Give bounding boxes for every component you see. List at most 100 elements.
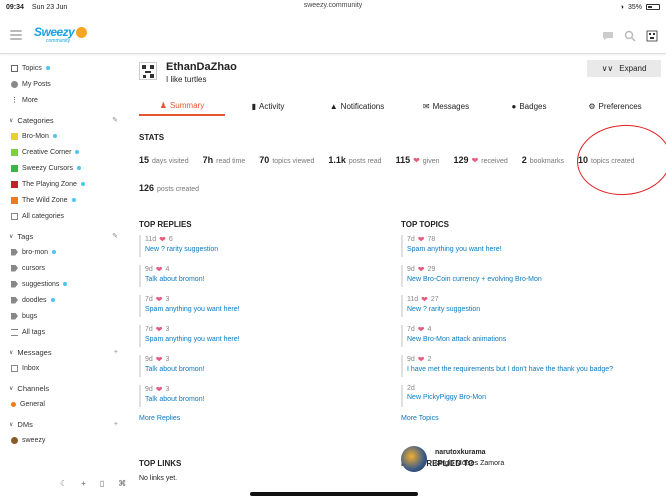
sidebar-item-channel-general[interactable]: General [0, 396, 124, 412]
unread-dot [50, 298, 55, 302]
bell-icon: ▲ [329, 101, 338, 111]
tab-preferences[interactable]: ⚙ Preferences [569, 96, 661, 116]
sidebar-item-topics[interactable]: Topics [0, 60, 124, 76]
keyboard-shortcuts-icon[interactable]: ⌘ [118, 479, 126, 488]
categories-section-header[interactable]: ∨ Categories ✎ [0, 112, 124, 128]
tab-badges[interactable]: ● Badges [489, 96, 569, 116]
topic-link[interactable]: I have met the requirements but I don't … [407, 366, 651, 373]
tag-icon [11, 280, 18, 288]
channels-section-header[interactable]: ∨ Channels [0, 380, 124, 396]
list-item[interactable]: 11d ❤ 6 New ? rarity suggestion [139, 235, 389, 257]
stat-bookmarks[interactable]: 2 bookmarks [522, 155, 564, 165]
inbox-icon [11, 364, 18, 372]
sidebar-item-category[interactable]: The Wild Zone [0, 192, 124, 208]
topic-link[interactable]: New Bro-Mon attack animations [407, 336, 651, 343]
reply-link[interactable]: Spam anything you want here! [145, 336, 389, 343]
sidebar-item-category[interactable]: Creative Corner [0, 144, 124, 160]
more-replies-link[interactable]: More Replies [139, 415, 389, 422]
no-links-text: No links yet. [139, 475, 178, 482]
tab-summary[interactable]: ♟ Summary [139, 96, 225, 116]
dark-mode-icon[interactable]: ☾ [60, 479, 67, 488]
address-url[interactable]: sweezy.community [0, 2, 666, 9]
logo-subtext: community [46, 38, 71, 44]
search-icon[interactable] [624, 30, 636, 42]
site-logo[interactable]: Sweezy community [34, 25, 87, 47]
stat-posts-created[interactable]: 126 posts created [139, 183, 199, 193]
heart-icon: ❤ [155, 295, 163, 304]
list-item[interactable]: 11d ❤ 27 New ? rarity suggestion [401, 295, 651, 317]
reply-link[interactable]: Spam anything you want here! [145, 306, 389, 313]
avatar[interactable] [401, 446, 427, 472]
mobile-view-icon[interactable]: ▯ [100, 479, 104, 488]
list-item[interactable]: 9d ❤ 3 Talk about bromon! [139, 385, 389, 407]
heart-icon: ❤ [155, 385, 163, 394]
tag-icon [11, 312, 18, 320]
reply-link[interactable]: New ? rarity suggestion [145, 246, 389, 253]
sidebar-item-my-posts[interactable]: My Posts [0, 76, 124, 92]
stat-likes-received[interactable]: 129 ❤ received [454, 155, 508, 165]
sidebar-item-tag[interactable]: bugs [0, 308, 124, 324]
user-avatar-icon[interactable] [646, 30, 658, 42]
stat-topics-created[interactable]: 10 topics created [578, 155, 635, 165]
list-item[interactable]: 7d ❤ 3 Spam anything you want here! [139, 295, 389, 317]
list-item[interactable]: 7d ❤ 4 New Bro-Mon attack animations [401, 325, 651, 347]
list-item[interactable]: 7d ❤ 3 Spam anything you want here! [139, 325, 389, 347]
chat-icon[interactable] [602, 30, 614, 42]
sidebar-item-tag[interactable]: doodles [0, 292, 124, 308]
topic-link[interactable]: New PickyPiggy Bro-Mon [407, 394, 651, 401]
tag-icon [11, 296, 18, 304]
list-item[interactable]: 2d New PickyPiggy Bro-Mon [401, 385, 651, 407]
more-topics-link[interactable]: More Topics [401, 415, 651, 422]
edit-pencil-icon[interactable]: ✎ [112, 232, 118, 240]
logo-mascot-icon [76, 27, 87, 38]
category-color-swatch [11, 148, 18, 156]
topic-link[interactable]: New ? rarity suggestion [407, 306, 651, 313]
heart-icon: ❤ [417, 235, 425, 244]
sidebar-item-category[interactable]: Sweezy Cursors [0, 160, 124, 176]
profile-avatar[interactable] [139, 62, 157, 80]
topic-link[interactable]: Spam anything you want here! [407, 246, 651, 253]
battery-icon [646, 4, 660, 10]
reply-link[interactable]: Talk about bromon! [145, 366, 389, 373]
edit-pencil-icon[interactable]: ✎ [112, 116, 118, 124]
tab-activity[interactable]: ▮ Activity [225, 96, 311, 116]
list-item[interactable]: 9d ❤ 3 Talk about bromon! [139, 355, 389, 377]
home-indicator[interactable] [250, 492, 418, 496]
channel-icon [11, 401, 16, 407]
sidebar-item-tag[interactable]: bro-mon [0, 244, 124, 260]
list-item[interactable]: 9d ❤ 4 Talk about bromon! [139, 265, 389, 287]
gear-icon: ⚙ [588, 101, 596, 111]
messages-section-header[interactable]: ∨ Messages + [0, 344, 124, 360]
most-replied-username[interactable]: narutoxkurama [435, 449, 486, 456]
tab-messages[interactable]: ✉ Messages [403, 96, 489, 116]
plus-icon[interactable]: + [114, 349, 118, 356]
sidebar-item-more[interactable]: ⋮ More [0, 92, 124, 108]
expand-button[interactable]: ∨∨ Expand [587, 60, 661, 77]
sidebar-item-inbox[interactable]: Inbox [0, 360, 124, 376]
list-item[interactable]: 9d ❤ 29 New Bro-Coin currency + evolving Br… [401, 265, 651, 287]
reply-link[interactable]: Talk about bromon! [145, 396, 389, 403]
tags-section-header[interactable]: ∨ Tags ✎ [0, 228, 124, 244]
plus-icon[interactable]: + [114, 421, 118, 428]
tab-notifications[interactable]: ▲ Notifications [311, 96, 403, 116]
sidebar-item-dm[interactable]: sweezy [0, 432, 124, 448]
heart-icon: ❤ [417, 325, 425, 334]
stat-likes-given[interactable]: 115 ❤ given [396, 155, 440, 165]
list-item[interactable]: 7d ❤ 78 Spam anything you want here! [401, 235, 651, 257]
topic-link[interactable]: New Bro-Coin currency + evolving Bro-Mon [407, 276, 651, 283]
sidebar-item-category[interactable]: The Playing Zone [0, 176, 124, 192]
stats-row: 15 days visited 7h read time 70 topics view… [139, 155, 649, 165]
sidebar-item-tag[interactable]: cursors [0, 260, 124, 276]
sidebar-item-all-categories[interactable]: All categories [0, 208, 124, 224]
sidebar: Topics My Posts ⋮ More ∨ Categories ✎ Br… [0, 60, 124, 448]
hamburger-menu-icon[interactable] [10, 30, 22, 40]
reply-link[interactable]: Talk about bromon! [145, 276, 389, 283]
top-topics-section: TOP TOPICS 7d ❤ 78 Spam anything you want h… [401, 220, 651, 422]
list-item[interactable]: 9d ❤ 2 I have met the requirements but I do… [401, 355, 651, 377]
plus-icon[interactable]: + [81, 479, 86, 488]
sidebar-item-all-tags[interactable]: All tags [0, 324, 124, 340]
sidebar-item-tag[interactable]: suggestions [0, 276, 124, 292]
chevron-down-icon: ∨ [9, 117, 14, 124]
dms-section-header[interactable]: ∨ DMs + [0, 416, 124, 432]
sidebar-item-category[interactable]: Bro-Mon [0, 128, 124, 144]
